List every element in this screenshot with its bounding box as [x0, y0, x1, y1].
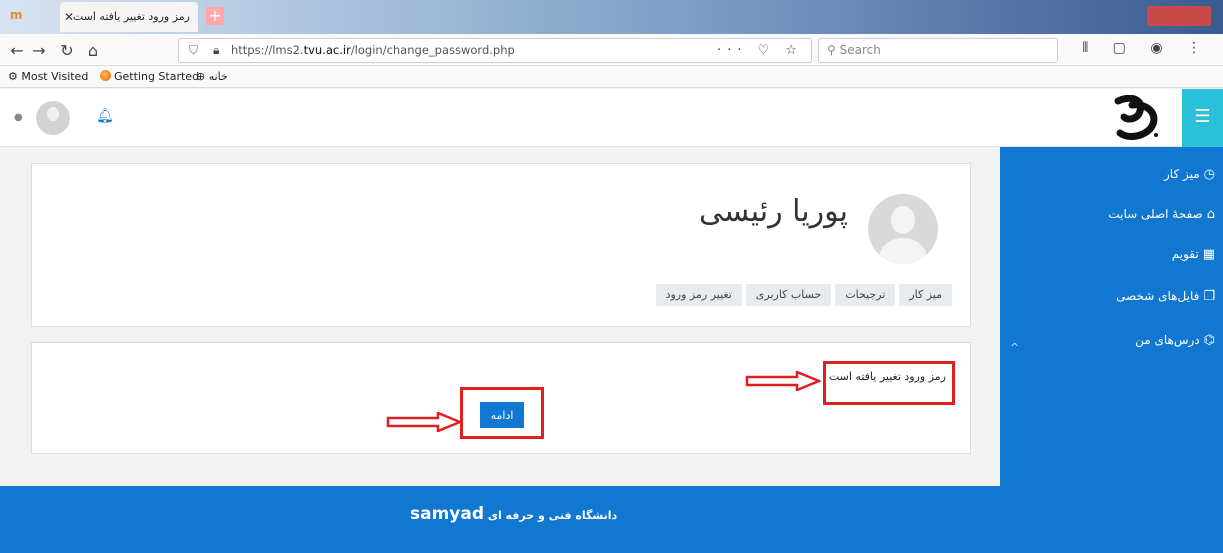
globe-icon: ⊕	[196, 70, 209, 83]
breadcrumb: میز کار ترجیحات حساب کاربری تغییر رمز ور…	[652, 284, 952, 306]
page-title: پوریا رئیسی	[698, 194, 848, 229]
main-content: پوریا رئیسی میز کار ترجیحات حساب کاربری …	[0, 147, 1000, 486]
page-actions[interactable]: ··· ♡ ☆	[717, 39, 803, 62]
menu-toggle-button[interactable]: ☰	[1182, 89, 1223, 147]
sidebar-item-dashboard[interactable]: ◷میز کار	[1164, 167, 1215, 182]
collapse-icon[interactable]: ^	[1010, 341, 1019, 354]
dashboard-icon: ◷	[1203, 167, 1215, 182]
search-input[interactable]: ⚲ Search	[818, 38, 1058, 63]
lock-icon[interactable]: 🔒︎	[213, 39, 219, 62]
calendar-icon: ▦	[1202, 247, 1215, 262]
user-menu-caret[interactable]: ●	[14, 112, 23, 123]
window-controls[interactable]	[1147, 6, 1211, 26]
bookmark-getting-started[interactable]: Getting Started	[100, 66, 199, 88]
notice-card: رمز ورود تغییر یافته است ادامه	[31, 342, 971, 454]
address-bar[interactable]: ⛉ 🔒︎ https://lms2.tvu.ac.ir/login/change…	[178, 38, 812, 63]
browser-tab-bar: m ✕ رمز ورود تغییر یافته است +	[0, 0, 1223, 34]
bookmark-most-visited[interactable]: ⚙ Most Visited	[8, 66, 88, 88]
right-arrow-icon	[745, 371, 821, 391]
bookmark-home[interactable]: ⊕ خانه	[196, 66, 228, 88]
shield-icon[interactable]: ⛉	[189, 39, 198, 62]
continue-button[interactable]: ادامه	[480, 402, 524, 428]
home-icon[interactable]: ⌂	[82, 40, 104, 62]
sidebar-item-calendar[interactable]: ▦تقویم	[1172, 247, 1215, 262]
site-header: ● 🔔︎ ☰	[0, 89, 1223, 147]
breadcrumb-dashboard[interactable]: میز کار	[899, 284, 952, 306]
firefox-icon	[100, 70, 111, 81]
url-text[interactable]: https://lms2.tvu.ac.ir/login/change_pass…	[231, 39, 515, 62]
footer-credit: samyad دانشگاه فنی و حرفه ای	[406, 504, 617, 524]
gear-icon: ⚙	[8, 70, 22, 83]
toolbar-right-icons[interactable]: ⫴ ▢ ◉ ⋮	[1082, 40, 1211, 56]
bookmarks-bar: ⚙ Most Visited Getting Started ⊕ خانه	[0, 66, 1223, 88]
sidebar-item-my-courses[interactable]: ⌬درس‌های من	[1135, 333, 1215, 348]
footer-brand[interactable]: samyad	[410, 504, 484, 524]
breadcrumb-preferences[interactable]: ترجیحات	[835, 284, 896, 306]
new-tab-button[interactable]: +	[206, 7, 224, 25]
right-arrow-icon	[386, 412, 462, 432]
footer-university: دانشگاه فنی و حرفه ای	[487, 509, 618, 522]
files-icon: ❐	[1203, 289, 1215, 304]
profile-header-card: پوریا رئیسی میز کار ترجیحات حساب کاربری …	[31, 163, 971, 327]
back-icon[interactable]: ←	[6, 40, 28, 62]
breadcrumb-change-password[interactable]: تغییر رمز ورود	[655, 284, 742, 306]
courses-icon: ⌬	[1203, 333, 1215, 348]
breadcrumb-user-account[interactable]: حساب کاربری	[745, 284, 832, 306]
home-icon: ⌂	[1206, 207, 1215, 222]
browser-toolbar: ← → ↻ ⌂ ⛉ 🔒︎ https://lms2.tvu.ac.ir/logi…	[0, 34, 1223, 66]
sidebar-item-site-home[interactable]: ⌂صفحهٔ اصلی سایت	[1108, 207, 1215, 222]
university-logo	[1114, 95, 1158, 140]
sidebar-item-private-files[interactable]: ❐فایل‌های شخصی	[1116, 289, 1215, 304]
profile-avatar	[868, 194, 938, 264]
sidebar: ◷میز کار ⌂صفحهٔ اصلی سایت ▦تقویم ❐فایل‌ه…	[1000, 147, 1223, 486]
tab-title: رمز ورود تغییر یافته است	[72, 10, 190, 23]
password-changed-message: رمز ورود تغییر یافته است	[823, 361, 955, 405]
app-menu-icon[interactable]: m	[10, 8, 23, 22]
reload-icon[interactable]: ↻	[56, 40, 78, 62]
continue-highlight: ادامه	[460, 387, 544, 439]
avatar[interactable]	[36, 101, 70, 135]
forward-icon[interactable]: →	[28, 40, 50, 62]
browser-tab[interactable]: ✕ رمز ورود تغییر یافته است	[60, 2, 198, 32]
search-icon: ⚲	[827, 43, 840, 57]
site-footer: samyad دانشگاه فنی و حرفه ای	[0, 486, 1223, 553]
bell-icon[interactable]: 🔔︎	[96, 108, 114, 124]
